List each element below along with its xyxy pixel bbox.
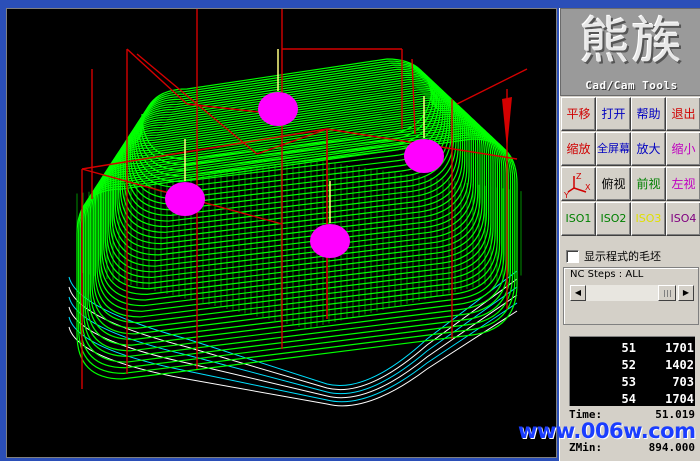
view-button-16[interactable]: ISO4 <box>666 202 700 236</box>
axes-icon: ZX Y <box>563 172 591 200</box>
view-button-15[interactable]: ISO3 <box>631 202 666 236</box>
rapid-move-line <box>456 68 528 105</box>
nc-steps-label: NC Steps : ALL <box>570 269 644 280</box>
tool-marker <box>310 224 350 258</box>
step-count: 1704 <box>665 392 694 406</box>
scrollbar-thumb[interactable] <box>658 285 676 301</box>
view-button-4[interactable]: 退出 <box>666 97 700 131</box>
tool-marker <box>404 139 444 173</box>
show-stock-checkbox[interactable] <box>566 249 579 263</box>
nc-steps-table: 51 1701 52 1402 53 703 54 1704 <box>569 336 695 406</box>
view-button-5[interactable]: 缩放 <box>561 132 596 166</box>
table-row: 54 1704 <box>570 392 696 408</box>
chevron-left-icon: ◀ <box>574 288 582 297</box>
view-button-7[interactable]: 放大 <box>631 132 666 166</box>
show-stock-option[interactable]: 显示程式的毛坯 <box>566 249 661 263</box>
view-button-1[interactable]: 平移 <box>561 97 596 131</box>
step-count: 703 <box>672 375 694 389</box>
step-number: 51 <box>621 341 636 355</box>
tool-marker <box>258 92 298 126</box>
tool-marker <box>165 182 205 216</box>
chevron-right-icon: ▶ <box>682 288 690 297</box>
table-row: 52 1402 <box>570 358 696 374</box>
grip-line <box>667 290 668 297</box>
grip-line <box>664 290 665 297</box>
view-button-11[interactable]: 前视 <box>631 167 666 201</box>
svg-text:X: X <box>585 183 591 192</box>
view-button-13[interactable]: ISO1 <box>561 202 596 236</box>
view-button-10[interactable]: 俯视 <box>596 167 631 201</box>
nc-steps-group: NC Steps : ALL ◀ ▶ <box>563 267 699 325</box>
view-button-2[interactable]: 打开 <box>596 97 631 131</box>
toolpath-viewport[interactable] <box>6 8 557 458</box>
logo: 熊族 Cad/Cam Tools <box>560 8 700 96</box>
step-count: 1701 <box>665 341 694 355</box>
svg-text:Z: Z <box>576 172 582 181</box>
app-window: 熊族 Cad/Cam Tools 平移 打开 帮助 退出缩放 全屏幕 放大 缩小 Z X Y 俯视前… <box>0 0 700 461</box>
grip-line <box>670 290 671 297</box>
watermark: www.006w.com <box>518 419 696 443</box>
view-button-12[interactable]: 左视 <box>666 167 700 201</box>
table-row: 53 703 <box>570 375 696 391</box>
step-number: 52 <box>621 358 636 372</box>
step-number: 53 <box>621 375 636 389</box>
control-panel: 熊族 Cad/Cam Tools 平移 打开 帮助 退出缩放 全屏幕 放大 缩小 Z X Y 俯视前… <box>559 8 700 461</box>
view-button-14[interactable]: ISO2 <box>596 202 631 236</box>
nc-steps-scrollbar[interactable]: ◀ ▶ <box>570 285 694 301</box>
table-row: 51 1701 <box>570 341 696 357</box>
cursor-marker <box>502 97 512 149</box>
view-button-3[interactable]: 帮助 <box>631 97 666 131</box>
scroll-right-button[interactable]: ▶ <box>678 285 694 301</box>
zmin-stat: ZMin: 894.000 <box>569 441 697 457</box>
step-count: 1402 <box>665 358 694 372</box>
axes-view-button[interactable]: ZX Y <box>561 167 596 201</box>
logo-english-text: Cad/Cam Tools <box>585 79 678 92</box>
rapid-move-line <box>126 48 188 105</box>
view-button-6[interactable]: 全屏幕 <box>596 132 631 166</box>
show-stock-label: 显示程式的毛坯 <box>584 250 661 263</box>
svg-text:Y: Y <box>563 191 569 200</box>
logo-chinese-text: 熊族 <box>579 12 684 70</box>
scroll-left-button[interactable]: ◀ <box>570 285 586 301</box>
view-button-8[interactable]: 缩小 <box>666 132 700 166</box>
toolpath-3d-view <box>68 9 528 407</box>
step-number: 54 <box>621 392 636 406</box>
